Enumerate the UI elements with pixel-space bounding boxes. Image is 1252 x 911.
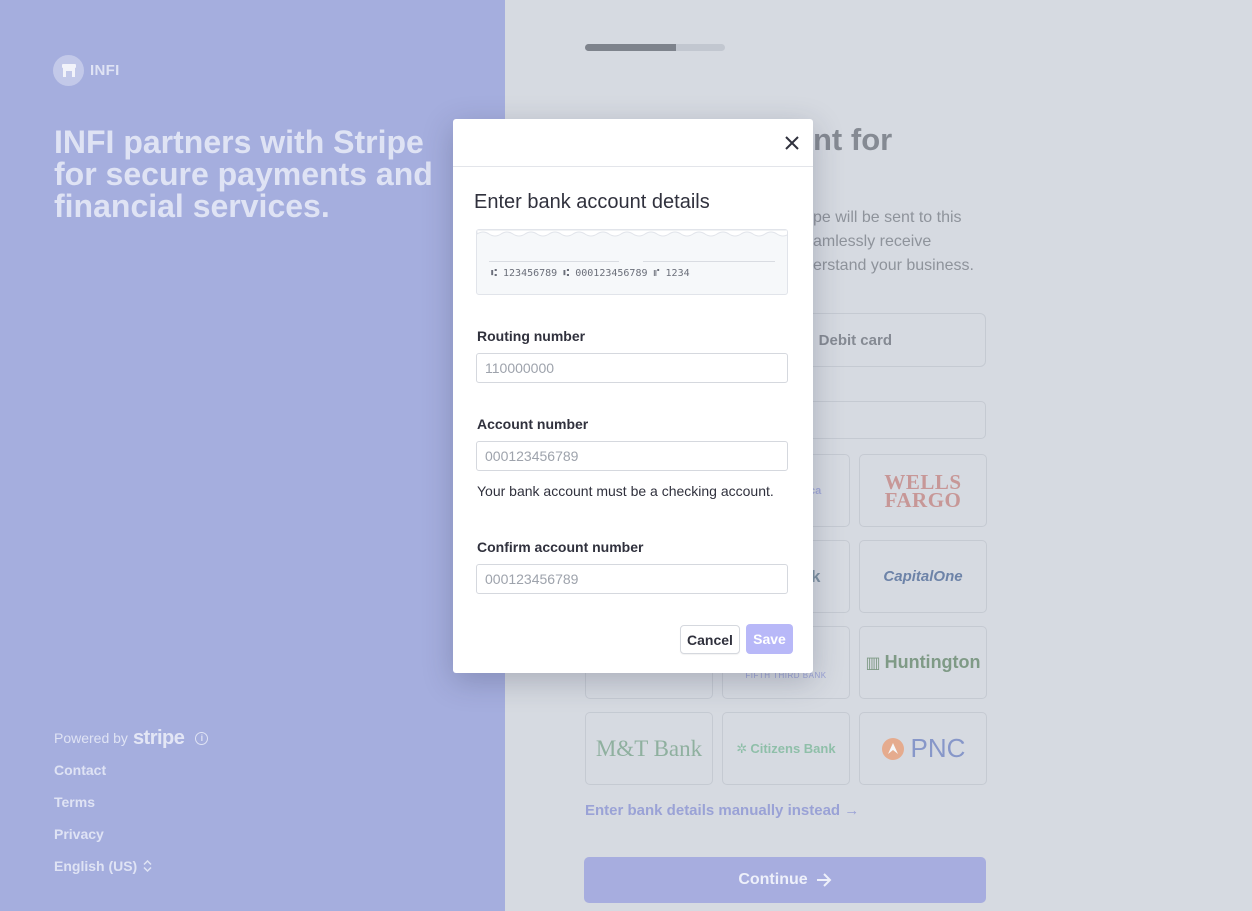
cancel-button[interactable]: Cancel bbox=[680, 625, 740, 654]
privacy-link[interactable]: Privacy bbox=[54, 823, 208, 845]
continue-label: Continue bbox=[738, 871, 808, 888]
page-description: pe will be sent to this amlessly receive… bbox=[813, 206, 983, 278]
headline: INFI partners with Stripe for secure pay… bbox=[54, 124, 433, 224]
pnc-logo-icon bbox=[881, 737, 904, 760]
left-footer: Powered by stripe i Contact Terms Privac… bbox=[54, 726, 209, 877]
bank-name: PNC bbox=[910, 733, 966, 763]
chevron-up-down-icon bbox=[143, 860, 152, 872]
check-torn-edge bbox=[477, 230, 787, 237]
info-icon[interactable]: i bbox=[195, 731, 209, 745]
close-icon[interactable] bbox=[783, 134, 801, 152]
desc-line: erstand your business. bbox=[813, 257, 974, 274]
desc-line: amlessly receive bbox=[813, 233, 932, 250]
arrow-right-icon bbox=[816, 873, 832, 887]
store-icon bbox=[53, 55, 84, 86]
bank-name: Citizens Bank bbox=[750, 741, 836, 756]
bank-tile-citizens[interactable]: ✲ Citizens Bank bbox=[722, 712, 850, 785]
progress-bar bbox=[585, 44, 725, 51]
bank-name: CapitalOne bbox=[883, 568, 963, 585]
bank-details-modal: Enter bank account details ⑆ 123456789 ⑆… bbox=[453, 119, 813, 673]
account-hint: Your bank account must be a checking acc… bbox=[477, 483, 774, 499]
continue-button[interactable]: Continue bbox=[584, 857, 986, 903]
modal-title: Enter bank account details bbox=[474, 191, 710, 213]
account-number-label: Account number bbox=[477, 416, 589, 432]
check-line bbox=[489, 261, 619, 262]
bank-name: Huntington bbox=[884, 652, 981, 672]
powered-by-stripe[interactable]: Powered by stripe i bbox=[54, 726, 209, 749]
contact-link[interactable]: Contact bbox=[54, 759, 208, 781]
modal-header bbox=[453, 119, 813, 167]
page-title: nt for bbox=[813, 122, 893, 157]
bank-tile-mt-bank[interactable]: M&T Bank bbox=[585, 712, 713, 785]
bank-name: WELLS FARGO bbox=[884, 469, 962, 512]
brand-name: INFI bbox=[90, 62, 120, 79]
desc-line: pe will be sent to this bbox=[813, 209, 962, 226]
citizens-mark-icon: ✲ bbox=[736, 740, 748, 756]
routing-number-input[interactable] bbox=[476, 353, 788, 383]
manual-entry-link[interactable]: Enter bank details manually instead → bbox=[585, 802, 859, 819]
brand: INFI bbox=[53, 55, 120, 86]
save-button[interactable]: Save bbox=[746, 624, 793, 654]
bank-tile-pnc[interactable]: PNC bbox=[859, 712, 987, 785]
left-panel: INFI INFI partners with Stripe for secur… bbox=[0, 0, 505, 911]
account-number-input[interactable] bbox=[476, 441, 788, 471]
language-label: English (US) bbox=[54, 858, 138, 874]
confirm-account-label: Confirm account number bbox=[477, 539, 644, 555]
bank-tile-wells-fargo[interactable]: WELLS FARGO bbox=[859, 454, 987, 527]
confirm-account-input[interactable] bbox=[476, 564, 788, 594]
huntington-mark-icon: ▥ bbox=[865, 654, 881, 672]
language-selector[interactable]: English (US) bbox=[54, 855, 208, 877]
routing-number-label: Routing number bbox=[477, 328, 586, 344]
bank-tile-capital-one[interactable]: CapitalOne bbox=[859, 540, 987, 613]
terms-link[interactable]: Terms bbox=[54, 791, 208, 813]
progress-fill bbox=[585, 44, 676, 51]
bank-name: M&T Bank bbox=[595, 735, 703, 761]
stripe-logo: stripe bbox=[132, 726, 185, 749]
check-illustration: ⑆ 123456789 ⑆ 000123456789 ⑈ 1234 bbox=[476, 229, 788, 295]
bank-tile-huntington[interactable]: ▥ Huntington bbox=[859, 626, 987, 699]
check-micr-line: ⑆ 123456789 ⑆ 000123456789 ⑈ 1234 bbox=[491, 268, 690, 279]
powered-by-label: Powered by bbox=[54, 730, 128, 746]
check-line bbox=[643, 261, 775, 262]
tab-debit-label: Debit card bbox=[818, 331, 892, 349]
